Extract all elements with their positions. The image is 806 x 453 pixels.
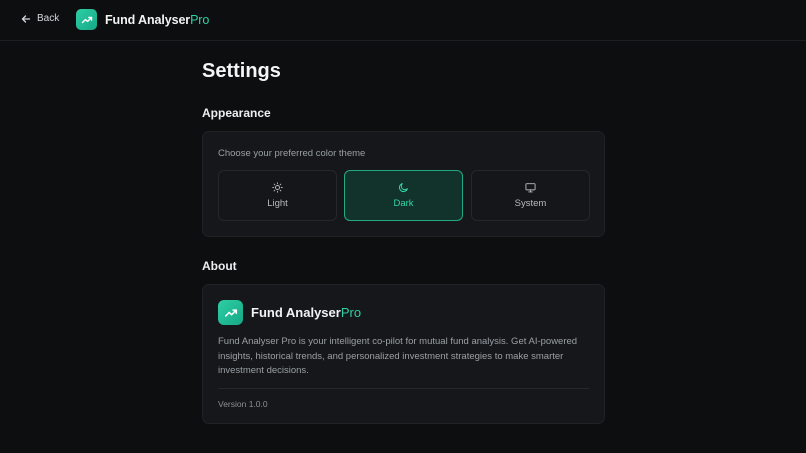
top-bar: Back Fund AnalyserPro: [0, 0, 806, 41]
back-label: Back: [37, 13, 60, 24]
divider: [218, 388, 589, 389]
about-brand: Fund AnalyserPro: [218, 300, 361, 325]
arrow-left-icon: [21, 14, 31, 23]
theme-option-light[interactable]: Light: [218, 170, 337, 221]
brand[interactable]: Fund AnalyserPro: [76, 9, 209, 30]
appearance-card: Choose your preferred color theme Light …: [202, 131, 605, 237]
trending-up-icon: [218, 300, 243, 325]
page-title: Settings: [202, 60, 281, 82]
theme-hint: Choose your preferred color theme: [218, 148, 366, 159]
brand-accent: Pro: [190, 12, 210, 27]
settings-main: Settings Appearance Choose your preferre…: [202, 60, 605, 424]
theme-option-dark[interactable]: Dark: [344, 170, 463, 221]
appearance-heading: Appearance: [202, 106, 271, 120]
about-description: Fund Analyser Pro is your intelligent co…: [218, 336, 578, 376]
about-brand-accent: Pro: [340, 305, 362, 320]
theme-option-system[interactable]: System: [471, 170, 590, 221]
version-text: Version 1.0.0: [218, 399, 268, 409]
brand-name: Fund AnalyserPro: [105, 12, 210, 27]
about-heading: About: [202, 259, 237, 273]
theme-label-light: Light: [267, 198, 288, 209]
theme-label-system: System: [514, 198, 547, 209]
about-brand-name: Fund AnalyserPro: [251, 305, 362, 320]
sun-icon: [272, 182, 283, 193]
theme-label-dark: Dark: [393, 198, 414, 209]
about-card: Fund AnalyserPro Fund Analyser Pro is yo…: [202, 284, 605, 424]
moon-icon: [398, 183, 408, 193]
monitor-icon: [525, 183, 536, 193]
back-button[interactable]: Back: [21, 13, 59, 24]
trending-up-icon: [76, 9, 97, 30]
